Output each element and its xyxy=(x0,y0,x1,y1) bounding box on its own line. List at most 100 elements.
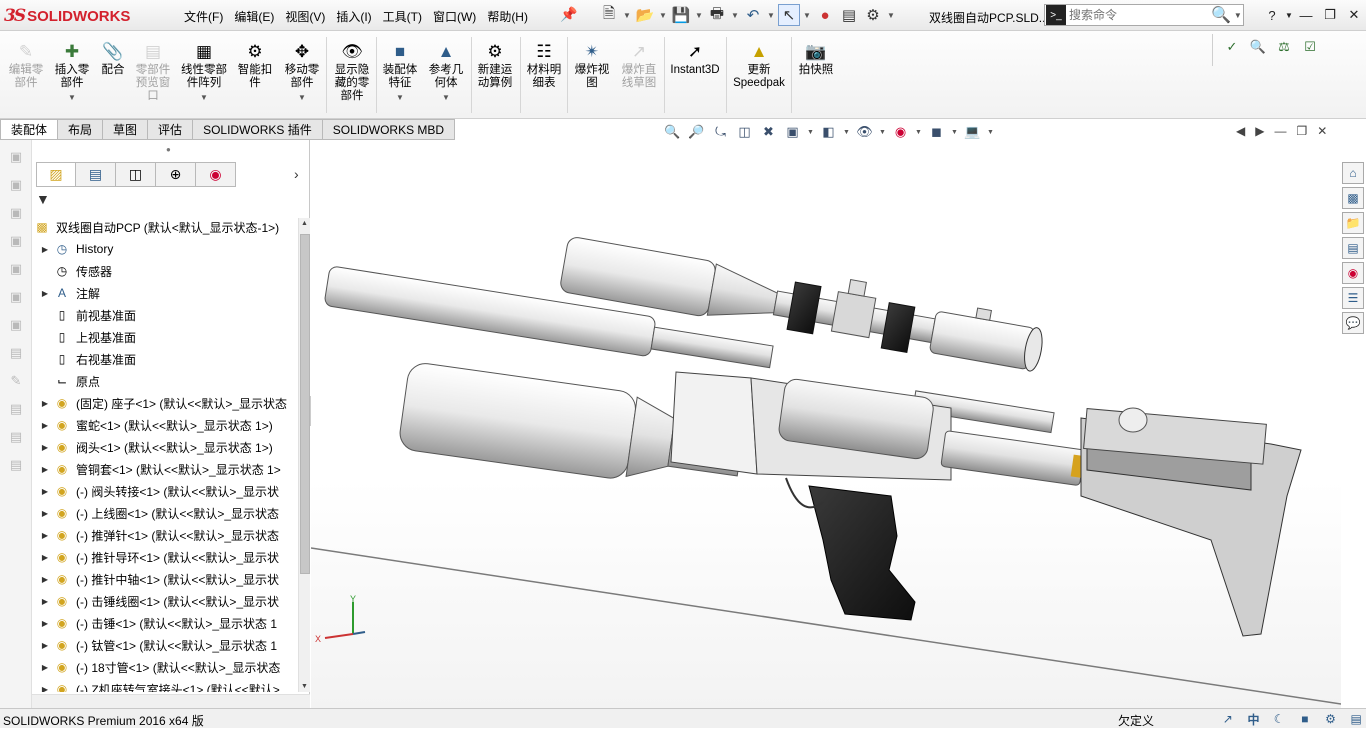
expand-icon[interactable]: ▶ xyxy=(38,641,52,650)
smart-fastener-button[interactable]: ⚙ 智能扣 件 xyxy=(235,39,275,90)
open-dropdown[interactable]: ▼ xyxy=(658,11,668,20)
tab-sketch[interactable]: 草图 xyxy=(103,119,149,140)
expand-icon[interactable]: ▶ xyxy=(38,663,52,672)
expand-icon[interactable]: ▶ xyxy=(38,465,52,474)
search-dropdown-icon[interactable]: ▼ xyxy=(1234,11,1242,20)
insert-component-button[interactable]: ✚ 插入零 部件 ▼ xyxy=(50,39,94,104)
expand-icon[interactable]: ▶ xyxy=(38,245,52,254)
select-icon[interactable]: ↖ xyxy=(778,4,800,26)
expand-icon[interactable]: ▶ xyxy=(38,289,52,298)
print-dropdown[interactable]: ▼ xyxy=(730,11,740,20)
tree-item-history[interactable]: ▶ ◷ History xyxy=(38,238,113,260)
view-icon-12[interactable]: ▤ xyxy=(5,454,27,476)
moon-icon[interactable]: ☾ xyxy=(1269,710,1289,728)
expand-icon[interactable]: ▶ xyxy=(38,685,52,693)
apply-scene-dropdown-icon[interactable]: ▼ xyxy=(950,122,959,142)
tree-vertical-scrollbar[interactable]: ▲ ▼ xyxy=(298,218,310,692)
mate-button[interactable]: 📎 配合 xyxy=(97,39,129,77)
previous-view-icon[interactable]: ⤿ xyxy=(710,122,731,142)
tree-item-origin[interactable]: ⌙ 原点 xyxy=(38,370,100,392)
linear-pattern-dropdown-icon[interactable]: ▼ xyxy=(200,91,208,104)
tree-item-front-plane[interactable]: ▯ 前视基准面 xyxy=(38,304,136,326)
view-palette-icon[interactable]: ▤ xyxy=(1342,237,1364,259)
tree-item-component[interactable]: ▶ ◉ (-) 阀头转接<1> (默认<<默认>_显示状 xyxy=(38,480,279,502)
reference-geometry-dropdown-icon[interactable]: ▼ xyxy=(442,91,450,104)
update-speedpak-button[interactable]: ▲ 更新 Speedpak xyxy=(730,39,788,90)
expand-icon[interactable]: ▶ xyxy=(38,509,52,518)
show-hidden-button[interactable]: 👁 显示隐 藏的零 部件 xyxy=(330,39,374,103)
tree-item-top-plane[interactable]: ▯ 上视基准面 xyxy=(38,326,136,348)
viewport-close-icon[interactable]: ✕ xyxy=(1317,124,1327,138)
print-icon[interactable]: 🖶 xyxy=(706,4,728,26)
tree-item-component[interactable]: ▶ ◉ (-) 18寸管<1> (默认<<默认>_显示状态 xyxy=(38,656,280,678)
options-dropdown[interactable]: ▼ xyxy=(886,11,896,20)
dynamic-annotation-icon[interactable]: ✖ xyxy=(758,122,779,142)
reference-geometry-button[interactable]: ▲ 参考几 何体 ▼ xyxy=(425,39,467,104)
forum-icon[interactable]: 💬 xyxy=(1342,312,1364,334)
view-icon-6[interactable]: ▣ xyxy=(5,286,27,308)
tray-icon-3[interactable]: ▤ xyxy=(1346,710,1366,728)
view-icon-2[interactable]: ▣ xyxy=(5,174,27,196)
apply-scene-icon[interactable]: ◼ xyxy=(926,122,947,142)
minimize-icon[interactable]: — xyxy=(1294,4,1318,26)
snapshot-button[interactable]: 📷 拍快照 xyxy=(794,39,838,77)
assembly-feature-button[interactable]: ■ 装配体 特征 ▼ xyxy=(379,39,421,104)
reference-triad[interactable]: Y X xyxy=(313,594,373,654)
menu-tools[interactable]: 工具(T) xyxy=(381,8,431,25)
view-icon-9[interactable]: ✎ xyxy=(5,370,27,392)
new-icon[interactable]: 🗎 xyxy=(598,4,620,26)
menu-help[interactable]: 帮助(H) xyxy=(485,8,537,25)
tab-evaluate[interactable]: 评估 xyxy=(148,119,194,140)
tree-item-component[interactable]: ▶ ◉ 蜜蛇<1> (默认<<默认>_显示状态 1>) xyxy=(38,414,273,436)
move-component-dropdown-icon[interactable]: ▼ xyxy=(298,91,306,104)
view-icon-1[interactable]: ▣ xyxy=(5,146,27,168)
explode-line-sketch-button[interactable]: ↗ 爆炸直 线草图 xyxy=(617,39,661,90)
save-icon[interactable]: 💾 xyxy=(670,4,692,26)
ime-indicator[interactable]: 中 xyxy=(1244,710,1264,728)
viewport-minimize-icon[interactable]: — xyxy=(1274,124,1286,138)
undo-dropdown[interactable]: ▼ xyxy=(766,11,776,20)
view-icon-8[interactable]: ▤ xyxy=(5,342,27,364)
tab-layout[interactable]: 布局 xyxy=(58,119,104,140)
tree-item-annotations[interactable]: ▶ A 注解 xyxy=(38,282,100,304)
zoom-to-fit-icon[interactable]: 🔍 xyxy=(662,122,683,142)
exploded-view-button[interactable]: ✴ 爆炸视 图 xyxy=(571,39,613,90)
linear-pattern-button[interactable]: ▦ 线性零部 件阵列 ▼ xyxy=(178,39,230,104)
viewport-restore-icon[interactable]: ❐ xyxy=(1296,124,1307,138)
tree-item-component[interactable]: ▶ ◉ (固定) 座子<1> (默认<<默认>_显示状态 xyxy=(38,392,287,414)
custom-properties-icon[interactable]: ☰ xyxy=(1342,287,1364,309)
viewport-prev-icon[interactable]: ◀ xyxy=(1236,124,1245,138)
tree-item-component[interactable]: ▶ ◉ (-) 击锤线圈<1> (默认<<默认>_显示状 xyxy=(38,590,279,612)
view-icon-7[interactable]: ▣ xyxy=(5,314,27,336)
help-dropdown-icon[interactable]: ▼ xyxy=(1284,4,1294,26)
options-icon[interactable]: ⚙ xyxy=(862,4,884,26)
bom-button[interactable]: ☷ 材料明 细表 xyxy=(523,39,565,90)
pin-icon[interactable]: 📌 xyxy=(560,6,577,24)
display-manager-tab-icon[interactable]: ◉ xyxy=(196,162,236,187)
home-icon[interactable]: ⌂ xyxy=(1342,162,1364,184)
view-icon-3[interactable]: ▣ xyxy=(5,202,27,224)
menu-window[interactable]: 窗口(W) xyxy=(431,8,485,25)
scroll-up-icon[interactable]: ▲ xyxy=(301,220,308,227)
menu-insert[interactable]: 插入(I) xyxy=(334,8,380,25)
assembly-feature-dropdown-icon[interactable]: ▼ xyxy=(396,91,404,104)
appearances-icon[interactable]: ◉ xyxy=(1342,262,1364,284)
new-dropdown[interactable]: ▼ xyxy=(622,11,632,20)
find-icon[interactable]: 🔍 xyxy=(1247,36,1269,58)
expand-icon[interactable]: ▶ xyxy=(38,443,52,452)
motion-study-button[interactable]: ⚙ 新建运 动算例 xyxy=(474,39,516,90)
move-component-button[interactable]: ✥ 移动零 部件 ▼ xyxy=(280,39,324,104)
instant3d-button[interactable]: ➚ Instant3D xyxy=(667,39,723,77)
select-dropdown[interactable]: ▼ xyxy=(802,11,812,20)
tree-item-component[interactable]: ▶ ◉ (-) 推弹针<1> (默认<<默认>_显示状态 xyxy=(38,524,279,546)
expand-icon[interactable]: ▶ xyxy=(38,531,52,540)
tray-icon-1[interactable]: ■ xyxy=(1295,710,1315,728)
edit-appearance-icon[interactable]: ◉ xyxy=(890,122,911,142)
viewport-next-icon[interactable]: ▶ xyxy=(1255,124,1264,138)
view-settings-dropdown-icon[interactable]: ▼ xyxy=(986,122,995,142)
panel-more-icon[interactable]: › xyxy=(294,166,299,182)
search-icon[interactable]: 🔍 xyxy=(1211,5,1231,25)
tree-item-component[interactable]: ▶ ◉ (-) 上线圈<1> (默认<<默认>_显示状态 xyxy=(38,502,279,524)
edit-component-button[interactable]: ✎ 编辑零 部件 xyxy=(6,39,46,90)
check-icon[interactable]: ☑ xyxy=(1299,36,1321,58)
